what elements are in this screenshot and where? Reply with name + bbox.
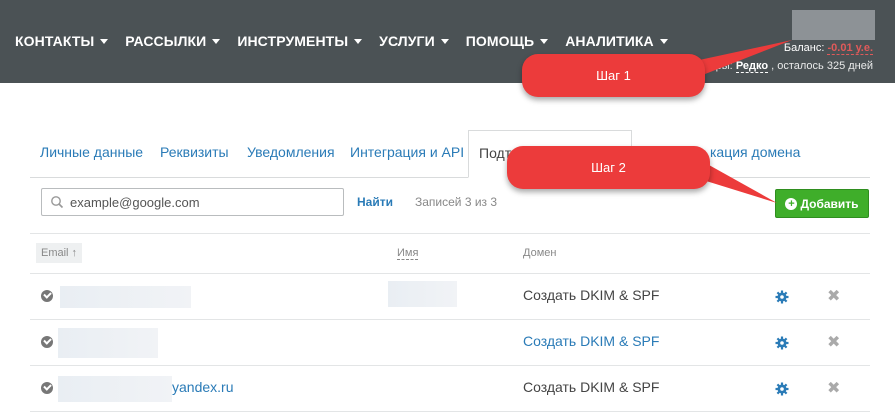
callout-1-arrow	[690, 40, 792, 76]
callout-arrows	[690, 40, 792, 203]
callout-step-2-text: Шаг 2	[591, 160, 626, 175]
callout-step-1-text: Шаг 1	[596, 68, 631, 83]
callout-step-1: Шаг 1	[522, 54, 705, 97]
callout-step-2: Шаг 2	[507, 146, 710, 189]
